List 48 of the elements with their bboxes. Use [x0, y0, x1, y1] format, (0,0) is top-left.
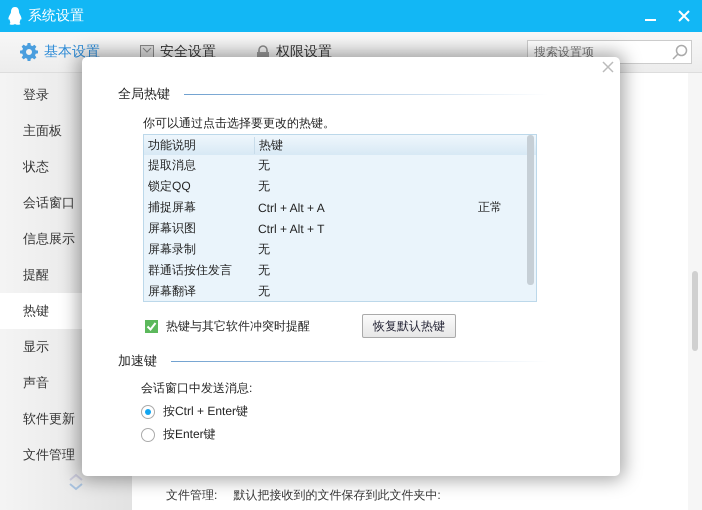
sidebar-item[interactable]: 软件更新	[0, 401, 132, 437]
sidebar-item[interactable]: 信息展示	[0, 221, 132, 257]
section-title: 加速键	[118, 352, 157, 370]
hint-text: 你可以通过点击选择要更改的热键。	[143, 115, 336, 132]
column-header[interactable]: 功能说明	[144, 136, 254, 154]
field-label: 文件管理:	[166, 487, 218, 504]
scroll-down-icon[interactable]	[69, 483, 83, 491]
sidebar-item[interactable]: 主面板	[0, 113, 132, 149]
radio-option[interactable]: 按Enter键	[141, 426, 216, 443]
search-icon	[672, 44, 688, 60]
sidebar-item[interactable]: 会话窗口	[0, 185, 132, 221]
window-title: 系统设置	[28, 7, 85, 25]
radio-button[interactable]	[141, 404, 155, 418]
prompt-text: 会话窗口中发送消息:	[141, 380, 254, 397]
minimize-icon	[644, 19, 656, 21]
checkbox-label: 热键与其它软件冲突时提醒	[166, 318, 311, 334]
table-cell-text: 正常	[477, 199, 503, 216]
gear-icon	[20, 43, 38, 61]
table-cell-text: 无	[257, 157, 271, 174]
table-cell-text: 屏幕翻译	[147, 283, 197, 300]
table-cell-text: 无	[257, 178, 271, 195]
field-description: 默认把接收到的文件保存到此文件夹中:	[233, 487, 441, 504]
restore-button[interactable]: 恢复默认热键	[362, 314, 456, 338]
table-cell-text: 无	[257, 262, 271, 279]
scrollbar[interactable]	[688, 73, 702, 510]
radio-option[interactable]: 按Ctrl + Enter键	[141, 403, 248, 420]
logo-icon	[8, 7, 22, 25]
frame-icon	[140, 45, 154, 59]
table-cell-text: 提取消息	[147, 157, 197, 174]
column-header[interactable]: 热键	[254, 136, 474, 154]
table-cell-text: 锁定QQ	[147, 178, 192, 195]
checkbox[interactable]	[145, 320, 158, 332]
scroll-up-icon[interactable]	[69, 473, 83, 481]
table-cell-text: 捕捉屏幕	[147, 199, 197, 216]
table-cell-text: 无	[257, 241, 271, 258]
table-cell-text: 屏幕录制	[147, 241, 197, 258]
sidebar-item[interactable]: 状态	[0, 149, 132, 185]
table-cell-text: 屏幕识图	[147, 220, 197, 237]
scrollbar[interactable]	[527, 135, 534, 285]
sidebar-item[interactable]: 提醒	[0, 257, 132, 293]
table-cell-text: 无	[257, 283, 271, 300]
table-cell-text: 群通话按住发言	[147, 262, 233, 279]
table-cell-text: Ctrl + Alt + T	[257, 222, 326, 236]
section-title: 全局热键	[118, 85, 170, 103]
table-cell-text: Ctrl + Alt + A	[257, 200, 326, 214]
radio-button[interactable]	[141, 428, 155, 442]
sidebar-item[interactable]: 文件管理	[0, 437, 132, 473]
close-button[interactable]	[602, 61, 614, 73]
